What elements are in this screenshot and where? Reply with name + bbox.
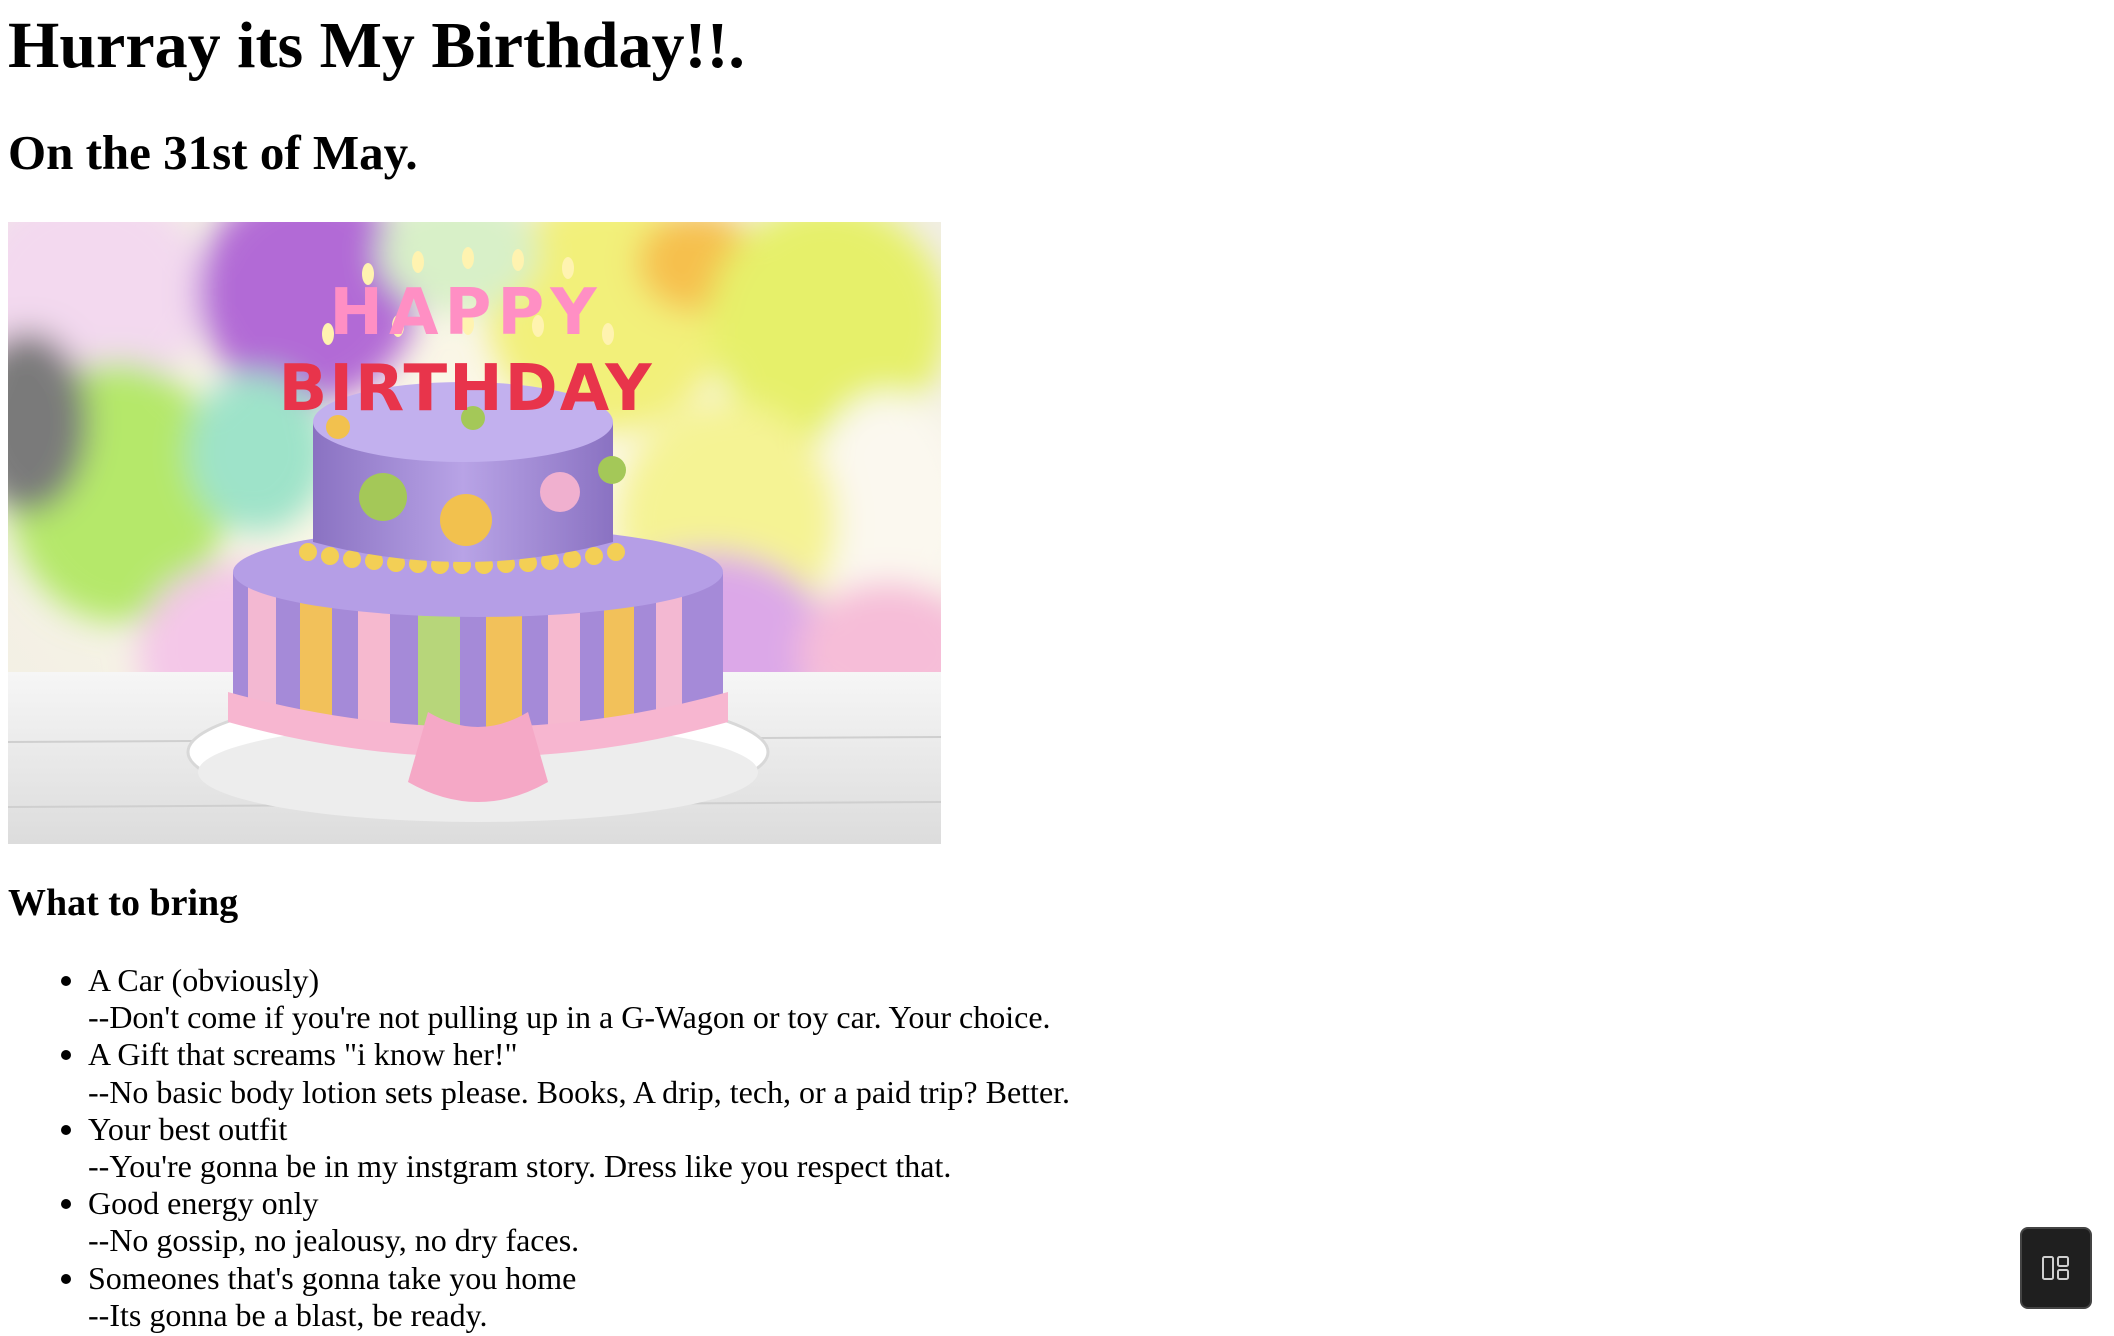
candle-text-happy: HAPPY [329, 276, 602, 350]
list-item: Someones that's gonna take you home --It… [60, 1259, 1070, 1334]
page-subtitle: On the 31st of May. [8, 125, 418, 180]
list-item-note: --You're gonna be in my instgram story. … [88, 1148, 952, 1185]
list-item-title: Someones that's gonna take you home [88, 1259, 577, 1296]
list-item: Good energy only --No gossip, no jealous… [60, 1185, 1070, 1259]
layout-panel-icon [2042, 1256, 2069, 1280]
list-item-title: A Gift that screams "i know her!" [88, 1036, 518, 1073]
list-item-note: --No basic body lotion sets please. Book… [88, 1073, 1071, 1110]
bring-list: A Car (obviously) --Don't come if you're… [0, 962, 1070, 1334]
section-heading: What to bring [8, 882, 239, 924]
list-item: Your best outfit --You're gonna be in my… [60, 1110, 1070, 1185]
birthday-cake-image: HAPPY BIRTHDAY [8, 222, 941, 844]
list-item-note: --Don't come if you're not pulling up in… [88, 999, 1051, 1036]
page-title: Hurray its My Birthday!!. [8, 9, 745, 82]
page: Hurray its My Birthday!!. On the 31st of… [0, 0, 2114, 1336]
candle-text-birthday: BIRTHDAY [278, 352, 653, 426]
list-item-title: Good energy only [88, 1185, 319, 1222]
list-item-note: --Its gonna be a blast, be ready. [88, 1296, 488, 1333]
list-item-note: --No gossip, no jealousy, no dry faces. [88, 1222, 580, 1259]
list-item-title: A Car (obviously) [88, 962, 320, 998]
list-item: A Car (obviously) --Don't come if you're… [60, 962, 1070, 1036]
layout-widget-button[interactable] [2020, 1227, 2092, 1309]
list-item: A Gift that screams "i know her!" --No b… [60, 1036, 1071, 1110]
list-item-title: Your best outfit [88, 1110, 288, 1147]
birthday-cake-illustration: HAPPY BIRTHDAY [8, 222, 941, 844]
